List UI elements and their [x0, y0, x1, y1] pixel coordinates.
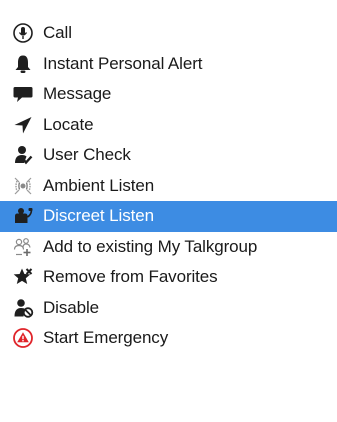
menu-item-instant-personal-alert[interactable]: Instant Personal Alert [0, 49, 337, 80]
menu-item-start-emergency[interactable]: Start Emergency [0, 323, 337, 354]
location-arrow-icon [12, 114, 34, 136]
bell-alert-icon [12, 53, 34, 75]
microphone-circle-icon [12, 22, 34, 44]
menu-item-label: Remove from Favorites [43, 267, 218, 287]
menu-item-label: Message [43, 84, 112, 104]
menu-item-label: Start Emergency [43, 328, 169, 348]
add-to-talkgroup-icon [12, 236, 34, 258]
disable-user-icon [12, 297, 34, 319]
menu-item-call[interactable]: Call [0, 18, 337, 49]
menu-item-user-check[interactable]: User Check [0, 140, 337, 171]
remove-favorite-star-icon [12, 266, 34, 288]
menu-item-label: Disable [43, 297, 99, 317]
menu-item-label: Locate [43, 114, 94, 134]
menu-item-disable[interactable]: Disable [0, 293, 337, 324]
menu-item-remove-from-favorites[interactable]: Remove from Favorites [0, 262, 337, 293]
menu-item-label: Discreet Listen [43, 206, 154, 226]
ambient-listen-icon [12, 175, 34, 197]
menu-item-discreet-listen[interactable]: Discreet Listen [0, 201, 337, 232]
menu-item-label: Instant Personal Alert [43, 53, 203, 73]
menu-item-label: User Check [43, 145, 131, 165]
menu-item-locate[interactable]: Locate [0, 110, 337, 141]
menu-item-message[interactable]: Message [0, 79, 337, 110]
emergency-warning-icon [12, 327, 34, 349]
menu-item-label: Add to existing My Talkgroup [43, 236, 258, 256]
menu-item-label: Call [43, 23, 72, 43]
discreet-listen-icon [12, 205, 34, 227]
menu-item-add-to-talkgroup[interactable]: Add to existing My Talkgroup [0, 232, 337, 263]
menu-item-ambient-listen[interactable]: Ambient Listen [0, 171, 337, 202]
context-menu: Call Instant Personal Alert Message Loca… [0, 0, 337, 422]
user-check-icon [12, 144, 34, 166]
menu-item-label: Ambient Listen [43, 175, 155, 195]
speech-bubble-icon [12, 83, 34, 105]
